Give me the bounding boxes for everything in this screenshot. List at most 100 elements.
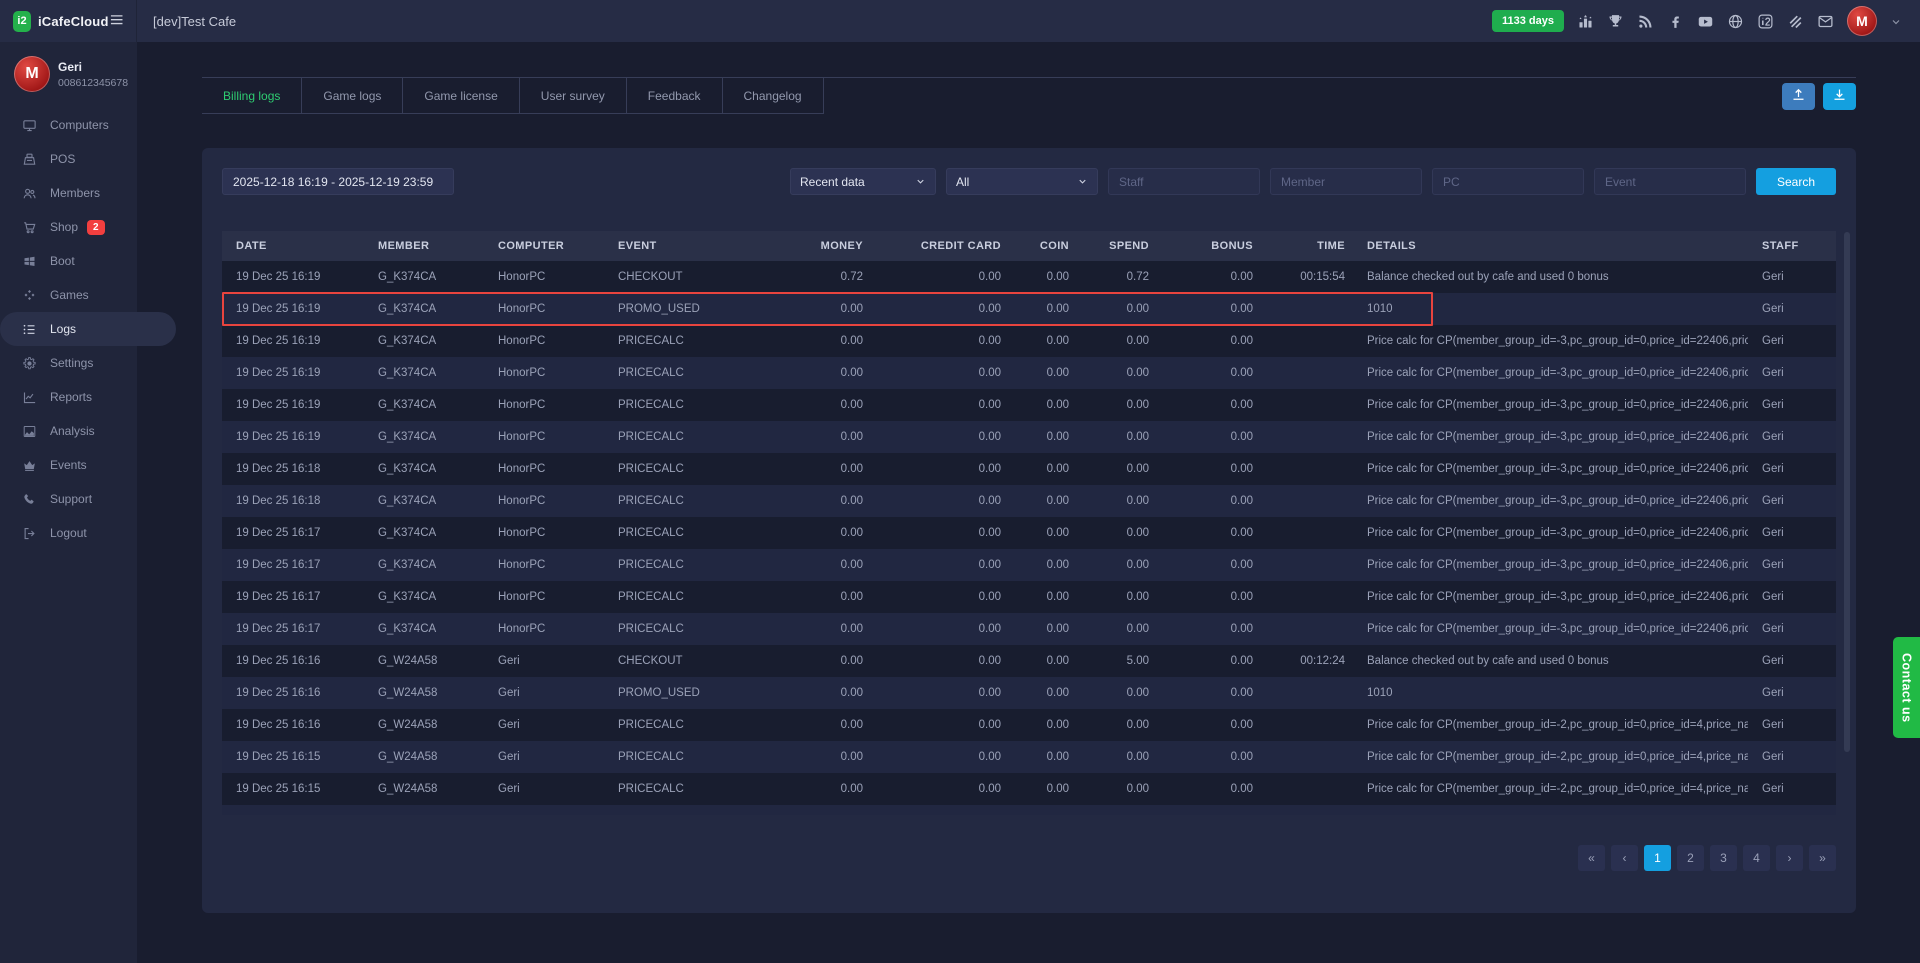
chevron-down-icon [1077, 176, 1088, 187]
sidebar-item-logout[interactable]: Logout [0, 516, 137, 550]
days-badge[interactable]: 1133 days [1492, 10, 1564, 32]
pagination-button[interactable]: 2 [1677, 845, 1704, 871]
cell-event: PRICECALC [604, 613, 789, 645]
cell-staff: Geri [1748, 805, 1836, 815]
user-name: Geri [58, 60, 128, 74]
cell-details: 1010 [1351, 677, 1748, 709]
tabs: Billing logsGame logsGame licenseUser su… [202, 78, 824, 114]
app-title: iCafeCloud [38, 14, 109, 29]
sidebar-item-shop[interactable]: Shop 2 [0, 210, 137, 244]
cell-money: 0.00 [789, 613, 869, 645]
sidebar-item-games[interactable]: Games [0, 278, 137, 312]
sidebar-item-boot[interactable]: Boot [0, 244, 137, 278]
cell-bonus: 0.00 [1155, 453, 1259, 485]
cell-coin: 0.00 [1007, 613, 1075, 645]
cell-member: G_K374CA [364, 485, 484, 517]
cell-member: G_K374CA [364, 357, 484, 389]
pagination-button[interactable]: « [1578, 845, 1605, 871]
cell-bonus: 0.00 [1155, 485, 1259, 517]
search-button[interactable]: Search [1756, 168, 1836, 195]
pagination-button[interactable]: 4 [1743, 845, 1770, 871]
column-time: TIME [1259, 231, 1351, 261]
contact-us-tab[interactable]: Contact us [1893, 637, 1920, 738]
rss-icon[interactable] [1637, 13, 1654, 30]
cell-staff: Geri [1748, 613, 1836, 645]
staff-input[interactable] [1108, 168, 1260, 195]
tab-changelog[interactable]: Changelog [723, 78, 824, 113]
globe-icon[interactable] [1727, 13, 1744, 30]
youtube-icon[interactable] [1697, 13, 1714, 30]
event-input[interactable] [1594, 168, 1746, 195]
tab-game-license[interactable]: Game license [403, 78, 519, 113]
pc-input[interactable] [1432, 168, 1584, 195]
cell-computer: Geri [484, 805, 604, 815]
cell-spend: 5.00 [1075, 645, 1155, 677]
filter-bar: Recent data All Search [222, 168, 1836, 195]
pagination-button[interactable]: ‹ [1611, 845, 1638, 871]
sidebar-item-analysis[interactable]: Analysis [0, 414, 137, 448]
cell-date: 19 Dec 25 16:17 [222, 517, 364, 549]
sidebar-item-reports[interactable]: Reports [0, 380, 137, 414]
download-button[interactable] [1823, 83, 1856, 110]
pagination-button[interactable]: 1 [1644, 845, 1671, 871]
chevron-down-icon[interactable] [1890, 15, 1902, 27]
cell-bonus: 0.00 [1155, 741, 1259, 773]
cell-date: 19 Dec 25 16:17 [222, 581, 364, 613]
hamburger-menu-icon[interactable] [109, 12, 124, 30]
sidebar-item-members[interactable]: Members [0, 176, 137, 210]
cell-event: PROMO_USED [604, 677, 789, 709]
cell-coin: 0.00 [1007, 357, 1075, 389]
cell-coin: 0.00 [1007, 677, 1075, 709]
cell-bonus: 0.00 [1155, 709, 1259, 741]
brand-icon[interactable] [1787, 13, 1804, 30]
cell-credit-card: 0.00 [869, 357, 1007, 389]
sidebar-item-settings[interactable]: Settings [0, 346, 137, 380]
sidebar-item-computers[interactable]: Computers [0, 108, 137, 142]
member-input[interactable] [1270, 168, 1422, 195]
tab-actions [1782, 78, 1856, 114]
trophy-icon[interactable] [1607, 13, 1624, 30]
cell-staff: Geri [1748, 421, 1836, 453]
tab-feedback[interactable]: Feedback [627, 78, 723, 113]
tab-billing-logs[interactable]: Billing logs [202, 78, 302, 113]
cell-date: 19 Dec 25 16:17 [222, 613, 364, 645]
sidebar-item-events[interactable]: Events [0, 448, 137, 482]
sidebar-item-pos[interactable]: POS [0, 142, 137, 176]
sidebar-item-support[interactable]: Support [0, 482, 137, 516]
pagination-button[interactable]: » [1809, 845, 1836, 871]
cell-computer: HonorPC [484, 613, 604, 645]
pagination-button[interactable]: › [1776, 845, 1803, 871]
ranking-icon[interactable] [1577, 13, 1594, 30]
sidebar-item-logs[interactable]: Logs [0, 312, 176, 346]
cell-computer: HonorPC [484, 325, 604, 357]
event-type-select[interactable]: All [946, 168, 1098, 195]
pagination-button[interactable]: 3 [1710, 845, 1737, 871]
tab-game-logs[interactable]: Game logs [302, 78, 403, 113]
tabstrip: Billing logsGame logsGame licenseUser su… [202, 77, 1856, 114]
table-row: 19 Dec 25 16:17G_K374CAHonorPCPRICECALC0… [222, 517, 1836, 549]
cell-bonus: 0.00 [1155, 613, 1259, 645]
logs-icon [22, 322, 37, 337]
recent-data-select[interactable]: Recent data [790, 168, 936, 195]
column-details: DETAILS [1351, 231, 1748, 261]
cell-date: 19 Dec 25 16:19 [222, 261, 364, 293]
facebook-icon[interactable] [1667, 13, 1684, 30]
user-avatar[interactable]: M [1847, 6, 1877, 36]
cell-money: 0.00 [789, 677, 869, 709]
cell-staff: Geri [1748, 357, 1836, 389]
cell-spend: 0.00 [1075, 709, 1155, 741]
cell-date: 19 Dec 25 16:19 [222, 389, 364, 421]
mail-icon[interactable] [1817, 13, 1834, 30]
sidebar-avatar[interactable]: M [14, 56, 50, 92]
table-scrollbar[interactable] [1844, 232, 1850, 752]
date-range-input[interactable] [222, 168, 454, 195]
cell-date: 19 Dec 25 16:17 [222, 549, 364, 581]
shop-count-badge: 2 [87, 220, 105, 235]
cell-money: 0.00 [789, 421, 869, 453]
tab-user-survey[interactable]: User survey [520, 78, 627, 113]
table-row: 19 Dec 25 16:19G_K374CAHonorPCPRICECALC0… [222, 421, 1836, 453]
upload-button[interactable] [1782, 83, 1815, 110]
icafe-icon[interactable] [1757, 13, 1774, 30]
cell-computer: Geri [484, 709, 604, 741]
cell-staff: Geri [1748, 677, 1836, 709]
